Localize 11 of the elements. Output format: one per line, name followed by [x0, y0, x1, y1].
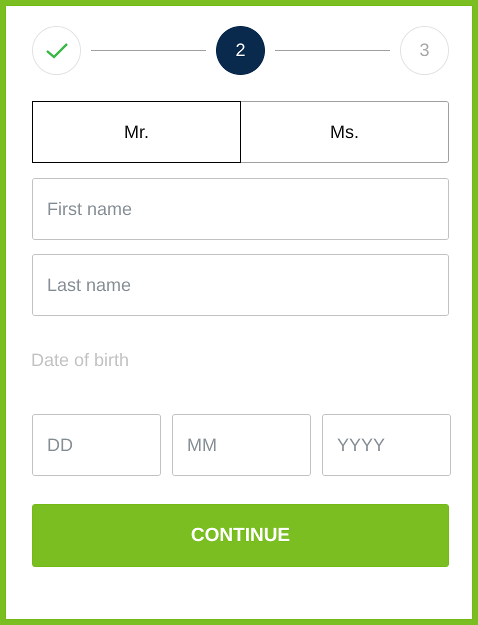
date-of-birth-label: Date of birth [31, 350, 130, 371]
date-field[interactable]: MM [172, 414, 311, 476]
check-icon [46, 42, 68, 58]
date-field[interactable]: DD [32, 414, 161, 476]
name-field[interactable]: Last name [32, 254, 449, 316]
title-option[interactable]: Ms. [241, 101, 449, 163]
title-option[interactable]: Mr. [32, 101, 241, 163]
current-step: 2 [216, 26, 265, 75]
name-field[interactable]: First name [32, 178, 449, 240]
date-field[interactable]: YYYY [322, 414, 451, 476]
upcoming-step: 3 [400, 26, 449, 75]
